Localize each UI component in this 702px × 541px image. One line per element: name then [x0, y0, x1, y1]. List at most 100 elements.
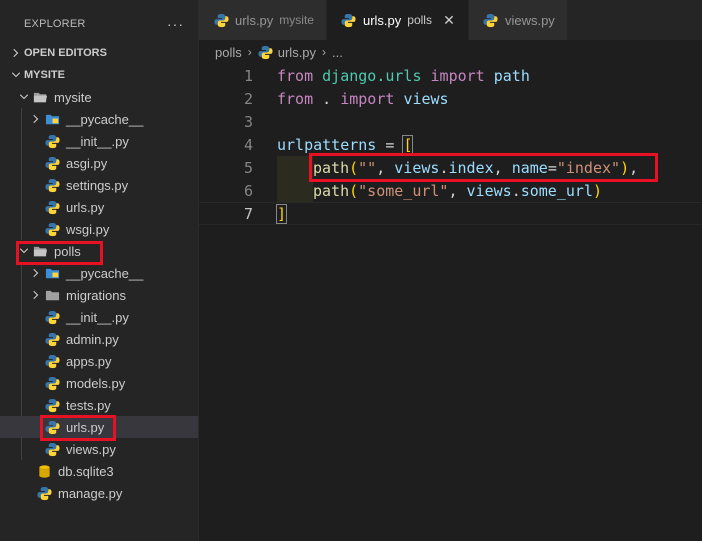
- tab-description: mysite: [279, 13, 314, 27]
- close-icon[interactable]: ✕: [442, 12, 456, 29]
- python-icon: [341, 12, 357, 28]
- tree-file[interactable]: views.py: [0, 438, 198, 460]
- bracket: ]: [275, 203, 288, 224]
- tab-views[interactable]: views.py: [468, 0, 568, 40]
- module-name: .: [322, 89, 332, 108]
- tree-label: asgi.py: [66, 155, 108, 171]
- string: "index": [556, 158, 621, 177]
- chevron-right-icon: [28, 287, 44, 303]
- identifier: some_url: [520, 181, 593, 200]
- explorer-sidebar: EXPLORER ··· OPEN EDITORS MYSITE mysite …: [0, 0, 199, 541]
- database-icon: [36, 463, 52, 479]
- identifier: views: [403, 89, 449, 108]
- tree-file[interactable]: db.sqlite3: [0, 460, 198, 482]
- python-icon: [44, 375, 60, 391]
- tree-label: settings.py: [66, 177, 129, 193]
- tree-file[interactable]: settings.py: [0, 174, 198, 196]
- project-label: MYSITE: [24, 69, 65, 81]
- tree-file[interactable]: admin.py: [0, 328, 198, 350]
- identifier: index: [448, 158, 494, 177]
- tab-label: views.py: [504, 12, 555, 28]
- identifier: views: [466, 181, 512, 200]
- tree-label: manage.py: [58, 485, 123, 501]
- tree-label: tests.py: [66, 397, 111, 413]
- python-folder-icon: [44, 111, 60, 127]
- python-icon: [44, 221, 60, 237]
- python-icon: [483, 12, 499, 28]
- operator: ,: [448, 181, 467, 200]
- line-number: 7: [243, 204, 253, 223]
- tab-urls-polls[interactable]: urls.py polls ✕: [326, 0, 469, 40]
- chevron-right-icon: [8, 45, 24, 61]
- chevron-down-icon: [8, 67, 24, 83]
- tree-file[interactable]: manage.py: [0, 482, 198, 504]
- python-icon: [44, 155, 60, 171]
- tree-folder-polls[interactable]: polls: [0, 240, 198, 262]
- chevron-right-icon: [28, 111, 44, 127]
- python-icon: [44, 309, 60, 325]
- operator: =: [547, 158, 557, 177]
- bracket: [: [402, 134, 414, 155]
- bracket: ): [592, 181, 602, 200]
- tree-folder-migrations[interactable]: migrations: [0, 284, 198, 306]
- chevron-right-icon: [28, 265, 44, 281]
- tree-label: __pycache__: [66, 111, 144, 127]
- chevron-right-icon: ›: [247, 45, 252, 59]
- chevron-right-icon: ›: [322, 45, 327, 59]
- tree-file[interactable]: asgi.py: [0, 152, 198, 174]
- identifier: name: [511, 158, 548, 177]
- python-icon: [258, 44, 274, 60]
- python-icon: [44, 199, 60, 215]
- function-name: path: [313, 158, 350, 177]
- tree-folder-mysite[interactable]: mysite: [0, 86, 198, 108]
- tree-folder-pycache[interactable]: __pycache__: [0, 262, 198, 284]
- open-editors-section[interactable]: OPEN EDITORS: [0, 42, 198, 64]
- tab-description: polls: [407, 13, 432, 27]
- breadcrumb-more[interactable]: ...: [332, 45, 343, 60]
- more-actions-icon[interactable]: ···: [167, 16, 184, 32]
- explorer-header: EXPLORER ···: [0, 0, 198, 48]
- python-icon: [44, 441, 60, 457]
- line-number: 6: [243, 181, 253, 200]
- tree-file[interactable]: tests.py: [0, 394, 198, 416]
- tree-file[interactable]: wsgi.py: [0, 218, 198, 240]
- breadcrumb-folder[interactable]: polls: [215, 45, 242, 60]
- tree-file[interactable]: __init__.py: [0, 130, 198, 152]
- tree-file[interactable]: apps.py: [0, 350, 198, 372]
- breadcrumb-file[interactable]: urls.py: [278, 45, 316, 60]
- tree-file-selected[interactable]: urls.py: [0, 416, 198, 438]
- python-icon: [36, 485, 52, 501]
- python-icon: [44, 353, 60, 369]
- tree-label: apps.py: [66, 353, 112, 369]
- tree-label: mysite: [54, 89, 92, 105]
- bracket: (: [349, 158, 359, 177]
- operator: ,: [629, 158, 639, 177]
- code-editor[interactable]: 1 from django.urls import path 2 from . …: [199, 64, 702, 541]
- code-line: 3: [199, 110, 702, 133]
- python-icon: [44, 419, 60, 435]
- python-icon: [44, 397, 60, 413]
- open-editors-label: OPEN EDITORS: [24, 47, 107, 59]
- chevron-down-icon: [16, 243, 32, 259]
- tree-folder-pycache[interactable]: __pycache__: [0, 108, 198, 130]
- operator: ,: [376, 158, 395, 177]
- identifier: views: [394, 158, 440, 177]
- project-section[interactable]: MYSITE: [0, 64, 198, 86]
- python-icon: [44, 133, 60, 149]
- module-name: django.urls: [322, 66, 422, 85]
- tab-bar: urls.py mysite urls.py polls ✕ views.py: [199, 0, 702, 40]
- folder-icon: [44, 287, 60, 303]
- code-line: 2 from . import views: [199, 87, 702, 110]
- line-number: 5: [243, 158, 253, 177]
- operator: ,: [493, 158, 512, 177]
- tree-label: admin.py: [66, 331, 119, 347]
- line-number: 3: [243, 112, 253, 131]
- tree-file[interactable]: urls.py: [0, 196, 198, 218]
- line-number: 1: [243, 66, 253, 85]
- tree-file[interactable]: models.py: [0, 372, 198, 394]
- tree-file[interactable]: __init__.py: [0, 306, 198, 328]
- tree-label: urls.py: [66, 419, 105, 435]
- keyword: import: [430, 66, 485, 85]
- tab-urls-mysite[interactable]: urls.py mysite: [199, 0, 327, 40]
- tree-label: migrations: [66, 287, 126, 303]
